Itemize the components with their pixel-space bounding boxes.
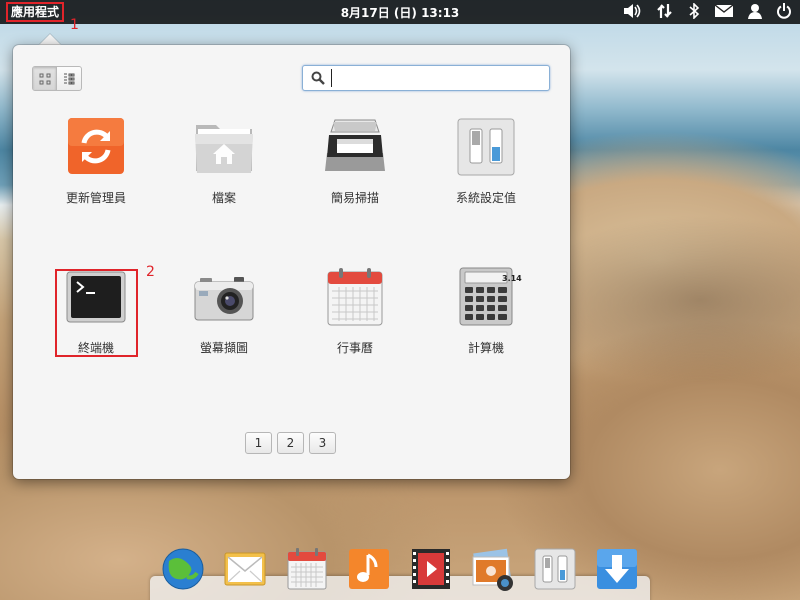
app-label: 簡易掃描 (330, 191, 379, 205)
browser-globe-icon[interactable] (161, 547, 205, 591)
app-label: 螢幕擷圖 (199, 341, 248, 355)
bluetooth-icon[interactable] (688, 3, 700, 19)
page-button-1[interactable]: 1 (245, 432, 272, 454)
step-annotation-1: 1 (70, 17, 79, 33)
video-player-icon[interactable] (409, 547, 453, 591)
view-mode-toggle (32, 66, 82, 91)
terminal-highlight-box (55, 269, 138, 357)
step-annotation-2: 2 (146, 264, 155, 280)
app-files[interactable]: 檔案 (169, 117, 279, 206)
grid-view-icon[interactable] (33, 67, 58, 90)
music-note-icon[interactable] (347, 547, 391, 591)
page-switcher: 1 2 3 (245, 432, 336, 454)
screenshot-camera-icon (194, 277, 254, 321)
files-folder-icon (195, 125, 253, 173)
photos-icon[interactable] (471, 547, 515, 591)
app-label: 檔案 (211, 191, 236, 205)
calculator-display-text: 3.14 (502, 274, 522, 283)
user-icon[interactable] (748, 3, 762, 19)
app-label: 系統設定值 (455, 191, 516, 205)
network-icon[interactable] (656, 3, 674, 19)
calendar-icon (327, 268, 383, 326)
sound-icon[interactable] (622, 3, 642, 19)
app-label: 更新管理員 (65, 191, 126, 205)
power-icon[interactable] (776, 3, 792, 19)
search-field (302, 65, 550, 91)
page-button-2[interactable]: 2 (277, 432, 304, 454)
app-screenshot[interactable]: 螢幕擷圖 (169, 267, 279, 356)
update-manager-icon (68, 118, 124, 174)
mail-icon[interactable] (714, 4, 734, 18)
app-simple-scan[interactable]: 簡易掃描 (300, 117, 410, 206)
app-update-manager[interactable]: 更新管理員 (41, 117, 151, 206)
app-system-settings[interactable]: 系統設定值 (431, 117, 541, 206)
category-view-icon[interactable] (57, 67, 81, 90)
top-panel: 應用程式 8月17日 (日) 13:13 (0, 0, 800, 24)
application-launcher: 更新管理員 檔案 簡易掃描 系統設定值 終端機 螢幕擷圖 行事曆 3.14 計算… (13, 45, 570, 479)
launcher-pointer (39, 34, 61, 45)
search-input[interactable] (331, 69, 541, 87)
download-icon[interactable] (595, 547, 639, 591)
search-icon (311, 71, 325, 85)
app-label: 行事曆 (336, 341, 373, 355)
app-calculator[interactable]: 3.14 計算機 (431, 267, 541, 356)
indicator-area (622, 3, 792, 19)
system-settings-icon (457, 118, 515, 176)
scanner-icon (325, 119, 385, 171)
app-label: 計算機 (467, 341, 504, 355)
page-button-3[interactable]: 3 (309, 432, 336, 454)
switchboard-settings-icon[interactable] (533, 547, 577, 591)
mail-envelope-icon[interactable] (223, 547, 267, 591)
app-calendar[interactable]: 行事曆 (300, 267, 410, 356)
calendar-icon[interactable] (285, 547, 329, 591)
